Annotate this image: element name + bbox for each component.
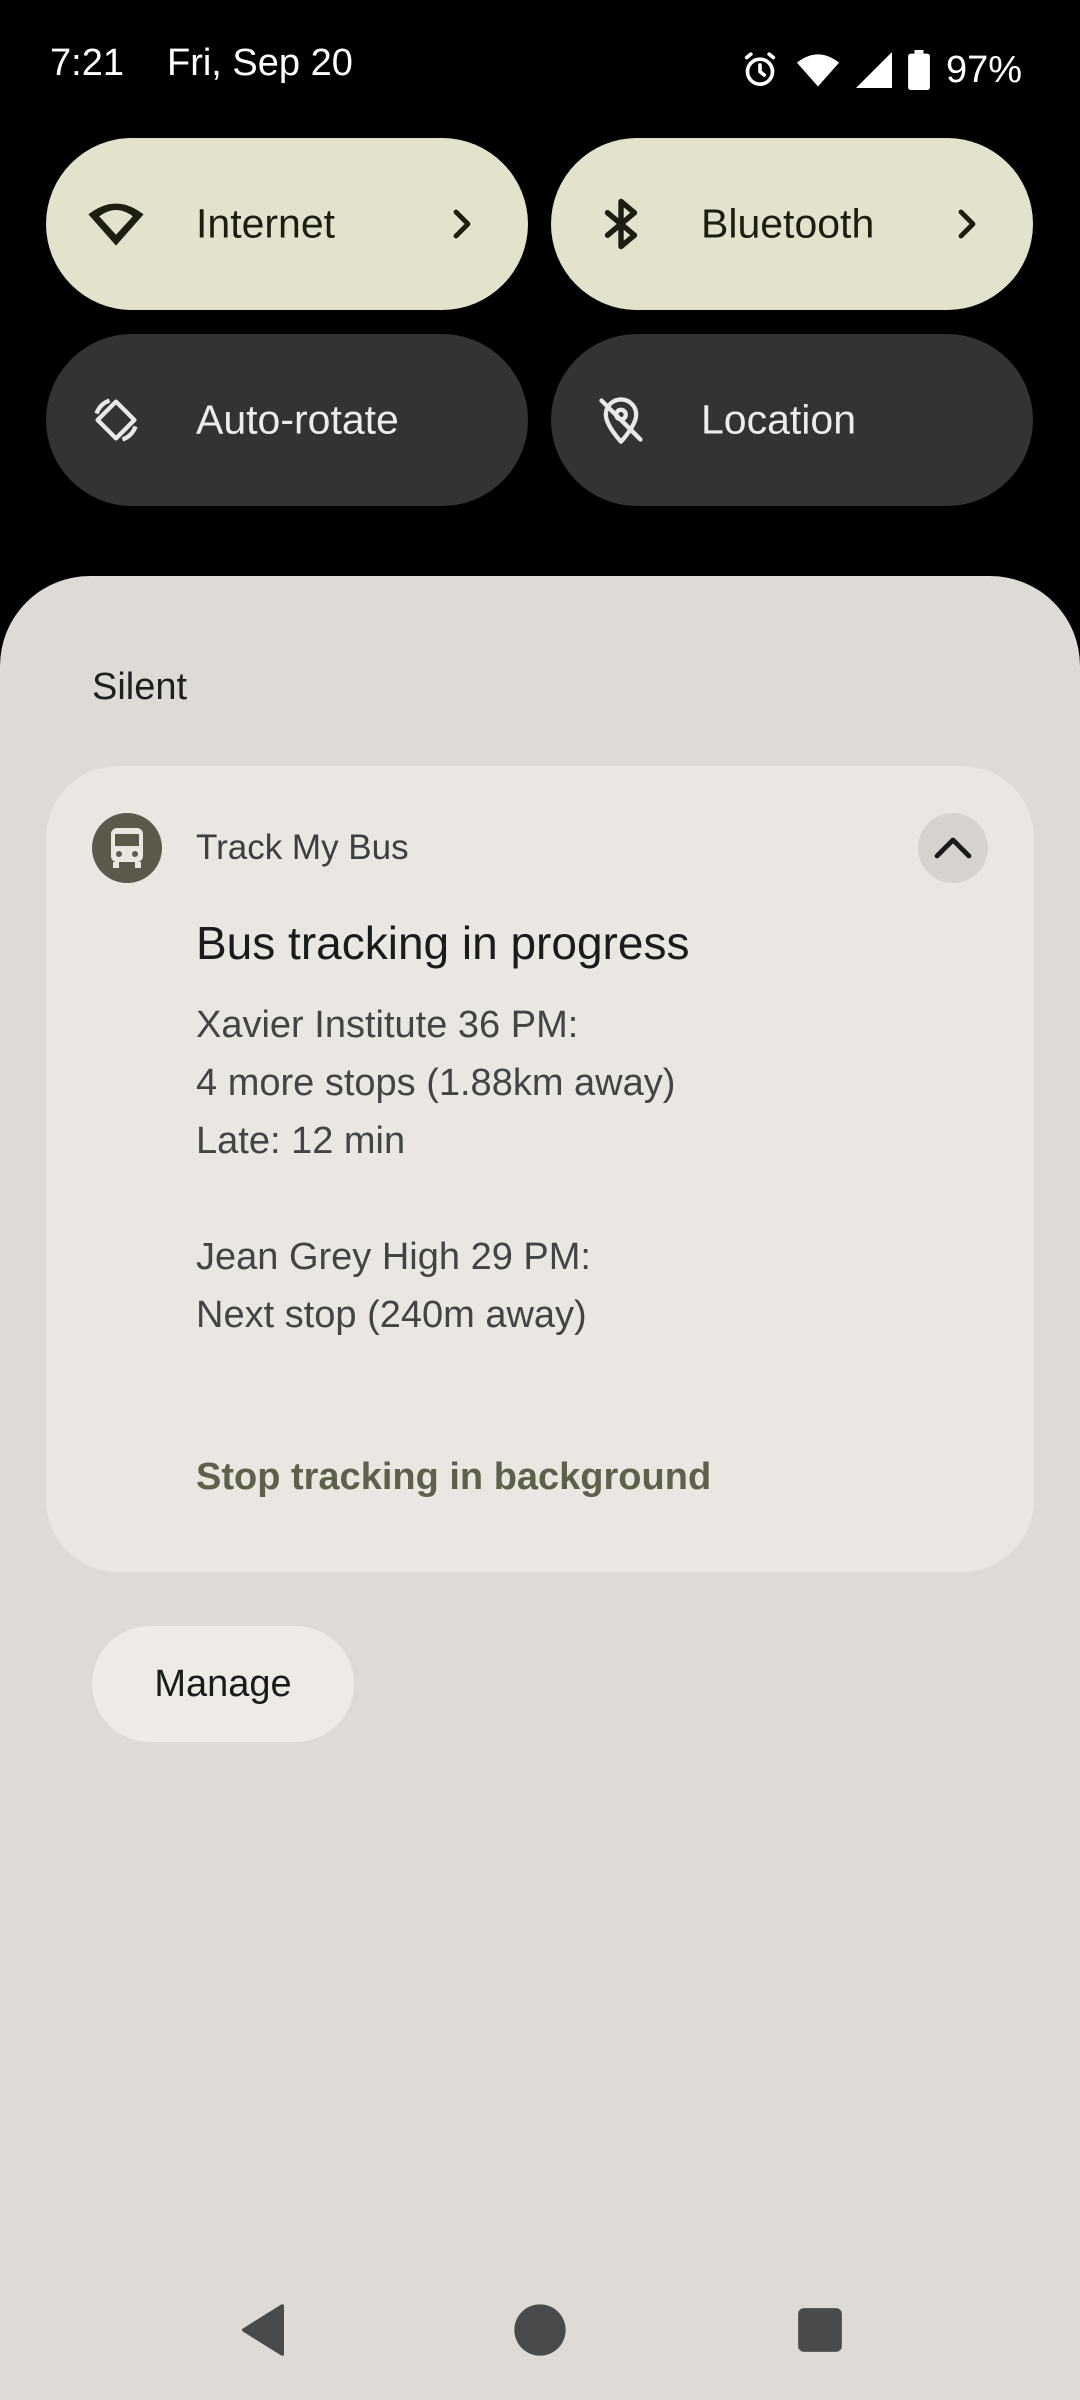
wifi-icon <box>796 50 840 90</box>
location-off-icon <box>591 390 651 450</box>
quick-tile-bluetooth[interactable]: Bluetooth <box>551 138 1033 310</box>
notification-title: Bus tracking in progress <box>196 917 690 969</box>
signal-icon <box>855 52 892 88</box>
recents-icon[interactable] <box>780 2290 860 2370</box>
quick-tile-label: Location <box>701 396 857 443</box>
notification-shade: Silent Track My Bus Bus tracking in prog… <box>0 576 1080 2400</box>
battery-percentage: 97% <box>945 48 1022 91</box>
back-icon[interactable] <box>223 2290 303 2370</box>
stop-tracking-button[interactable]: Stop tracking in background <box>196 1456 711 1499</box>
status-date: Fri, Sep 20 <box>167 42 353 84</box>
chevron-right-icon <box>442 204 482 244</box>
battery-icon <box>908 50 930 90</box>
home-icon[interactable] <box>500 2290 580 2370</box>
notification-body-line: 4 more stops (1.88km away) <box>196 1062 676 1104</box>
chevron-up-icon <box>934 837 972 859</box>
auto-rotate-icon <box>86 390 146 450</box>
status-icons: 97% <box>740 42 1022 98</box>
bluetooth-icon <box>591 194 651 254</box>
quick-tile-internet[interactable]: Internet <box>46 138 528 310</box>
quick-tile-label: Bluetooth <box>701 200 875 247</box>
alarm-icon <box>740 50 780 90</box>
quick-tile-label: Internet <box>196 200 336 247</box>
notification-app-name: Track My Bus <box>196 828 409 867</box>
wifi-icon <box>86 194 146 254</box>
notification-body-line: Xavier Institute 36 PM: <box>196 1004 579 1046</box>
notification-body: Xavier Institute 36 PM: 4 more stops (1.… <box>196 996 675 1344</box>
notification-card[interactable]: Track My Bus Bus tracking in progress Xa… <box>46 766 1034 1572</box>
chevron-right-icon <box>947 204 987 244</box>
navigation-bar <box>0 2260 1080 2400</box>
quick-tile-auto-rotate[interactable]: Auto-rotate <box>46 334 528 506</box>
notification-body-line: Next stop (240m away) <box>196 1294 587 1336</box>
bus-icon <box>92 813 162 883</box>
status-time: 7:21 <box>50 42 124 84</box>
collapse-button[interactable] <box>918 813 988 883</box>
notification-body-line: Jean Grey High 29 PM: <box>196 1236 591 1278</box>
notification-body-spacer <box>196 1170 675 1228</box>
manage-button[interactable]: Manage <box>92 1626 354 1742</box>
notification-body-line: Late: 12 min <box>196 1120 406 1162</box>
quick-tile-label: Auto-rotate <box>196 396 399 443</box>
section-header-silent: Silent <box>92 666 188 708</box>
status-bar: 7:21 Fri, Sep 20 97% <box>0 0 1080 140</box>
quick-tile-location[interactable]: Location <box>551 334 1033 506</box>
